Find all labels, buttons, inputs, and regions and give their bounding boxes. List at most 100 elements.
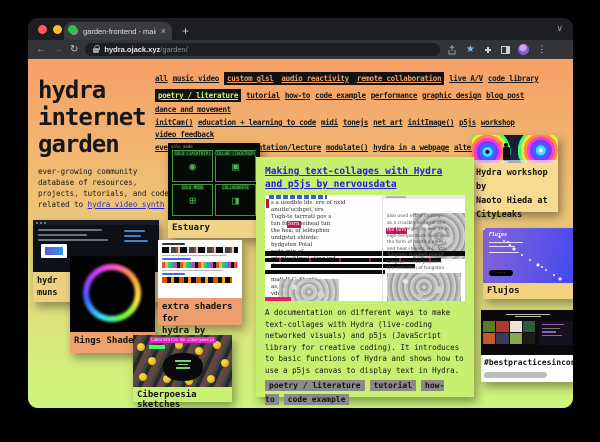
bookmark-star-icon[interactable]: ★ (465, 45, 475, 55)
toolbar-icons: ★ ⋮ (447, 44, 546, 55)
green-chip (149, 345, 165, 349)
nav-filter-live-av[interactable]: live A/V (449, 74, 483, 83)
nav-filter-midi[interactable]: midi (321, 118, 338, 127)
nav-filter-net-art[interactable]: net art (373, 118, 403, 127)
nav-filter-tonejs[interactable]: tonejs (343, 118, 368, 127)
back-button[interactable]: ← (36, 45, 46, 55)
card-caption: Estuary (168, 220, 260, 238)
nav-filter-music-video[interactable]: music video (173, 74, 219, 83)
flujos-overlay-title: Flujos (489, 232, 507, 238)
card-flujos[interactable]: Flujos ···· Flujos (483, 228, 573, 299)
page-title: hydra internet garden (38, 77, 170, 158)
tab-close-icon[interactable]: × (161, 26, 166, 36)
browser-window: garden-frontend - main × + ∨ ← → ↻ hydra… (28, 18, 573, 408)
card-footer (481, 370, 573, 382)
card-caption: Flujos (483, 283, 573, 299)
nav-filter-modulate[interactable]: modulate() (326, 143, 368, 152)
card-caption: Ciberpoesia sketches (133, 387, 232, 402)
tag-tutorial[interactable]: tutorial (370, 380, 417, 391)
collage-right-panel: also used in the coating i as a crucible… (382, 195, 465, 301)
side-panel-icon[interactable] (501, 46, 510, 54)
workshop-thumbnail (472, 135, 558, 163)
nav-filter-all[interactable]: all (155, 74, 168, 83)
nav-filter-audio-reactivity[interactable]: audio reactivity (276, 72, 351, 85)
tag-code-example[interactable]: code example (284, 394, 350, 405)
nav-filter-custom-glsl[interactable]: custom glsl (224, 72, 276, 85)
highlight-word-left: forn (287, 221, 301, 228)
ciberpoesia-thumbnail: Laboratorio de ciberpoesia (133, 335, 232, 387)
url-text: hydra.ojack.xyz/garden/ (104, 45, 187, 54)
nav-filter-poetry-literature[interactable]: poetry / literature (155, 89, 241, 102)
scroll-bar[interactable] (484, 372, 547, 378)
url-bar[interactable]: hydra.ojack.xyz/garden/ (85, 43, 440, 56)
nav-filter-code-library[interactable]: code library (488, 74, 539, 83)
highlight-word-right: the form (386, 228, 407, 234)
powder-texture-3 (387, 273, 461, 301)
nav-filter-p5js[interactable]: p5js (459, 118, 476, 127)
new-tab-button[interactable]: + (182, 22, 189, 40)
minimize-window-button[interactable] (53, 25, 62, 34)
nav-filter-hydra-in-a-webpage[interactable]: hydra in a webpage (373, 143, 449, 152)
profile-avatar[interactable] (518, 44, 529, 55)
nav-filter-blog-post[interactable]: blog post (486, 91, 524, 100)
thumbnail-grid (483, 321, 535, 344)
url-host: hydra.ojack.xyz (104, 45, 160, 54)
zoom-window-button[interactable] (68, 25, 77, 34)
nav-filter-education[interactable]: education + learning to code (198, 118, 316, 127)
nav-filter-performance[interactable]: performance (371, 91, 417, 100)
menu-icon[interactable]: ⋮ (537, 44, 546, 55)
coin-icon: ◉ (189, 161, 196, 172)
person-silhouette (503, 147, 510, 161)
main-card-title-link[interactable]: Making text-collages with Hydra and p5js… (265, 165, 465, 191)
card-caption: Hydra workshop by Naoto Hieda at CityLea… (472, 163, 558, 212)
collage-screenshot: s a usedble lds. ere of nxid anutte'ucib… (265, 195, 465, 301)
card-hydra-workshop[interactable]: Hydra workshop by Naoto Hieda at CityLea… (472, 135, 558, 212)
nav-filter-how-to[interactable]: how-to (285, 91, 310, 100)
nav-filter-initimage[interactable]: initImage() (408, 118, 454, 127)
card-ciberpoesia[interactable]: Laboratorio de ciberpoesia Ciberpoesia s… (133, 335, 232, 402)
nav-row-2: poetry / literature tutorial how-to code… (155, 89, 573, 114)
hydra-video-synth-link[interactable]: hydra video synth (88, 200, 165, 209)
browser-tab[interactable]: garden-frontend - main × (64, 22, 172, 40)
nav-filter-remote-collaboration[interactable]: remote collaboration (352, 72, 444, 85)
card-main-text-collages: Making text-collages with Hydra and p5js… (256, 157, 474, 397)
extensions-icon[interactable] (483, 45, 493, 55)
sparkle-trail (483, 228, 485, 230)
nav-filter-graphic-design[interactable]: graphic design (422, 91, 481, 100)
nav-filter-video-feedback[interactable]: video feedback (155, 130, 214, 139)
nav-filter-code-example[interactable]: code example (315, 91, 366, 100)
card-bestpractices[interactable]: #bestpracticesincontem (481, 310, 573, 382)
site-tagline: ever-growing community database of resou… (38, 166, 170, 210)
bestpractices-thumbnail (481, 310, 573, 355)
card-extra-shaders-kandid[interactable]: extra shaders for hydra by Kandid (158, 240, 242, 325)
mini-browser-toolbar (383, 195, 465, 199)
window-controls[interactable] (38, 25, 77, 34)
rings-shader-thumbnail (70, 256, 155, 332)
nav-filter-initcam[interactable]: initCam() (155, 118, 193, 127)
network-icon: ◨ (232, 195, 239, 206)
card-estuary[interactable]: solo_mode SOLO (JACKTRIP)◉ COLLAB (JACKT… (168, 143, 260, 238)
share-icon[interactable] (447, 45, 457, 55)
page-viewport: hydra internet garden ever-growing commu… (28, 59, 573, 408)
forward-button[interactable]: → (53, 45, 63, 55)
main-card-description: A documentation on different ways to mak… (265, 307, 465, 376)
lock-icon[interactable] (93, 48, 99, 53)
flujos-button: ···· (489, 270, 513, 276)
screen-icon: ⊞ (189, 195, 196, 206)
center-blob (163, 353, 203, 381)
nav-filter-dance-and-movement[interactable]: dance and movement (155, 105, 231, 114)
device-icon: ▣ (232, 161, 239, 172)
browser-toolbar: ← → ↻ hydra.ojack.xyz/garden/ ★ ⋮ (28, 40, 573, 59)
tab-title: garden-frontend - main (83, 27, 156, 36)
card-caption: #bestpracticesincontem (481, 355, 573, 370)
nav-filter-workshop[interactable]: workshop (481, 118, 515, 127)
tab-search-chevron-icon[interactable]: ∨ (556, 23, 563, 34)
tag-poetry-literature[interactable]: poetry / literature (265, 380, 365, 391)
nav-row-1: all music video custom glsl audio reacti… (155, 72, 573, 85)
readme-image-placeholder (41, 244, 67, 258)
tab-strip: garden-frontend - main × + ∨ (28, 18, 573, 40)
close-window-button[interactable] (38, 25, 47, 34)
site-header: hydra internet garden ever-growing commu… (38, 77, 170, 242)
nav-filter-tutorial[interactable]: tutorial (246, 91, 280, 100)
reload-button[interactable]: ↻ (70, 45, 78, 55)
